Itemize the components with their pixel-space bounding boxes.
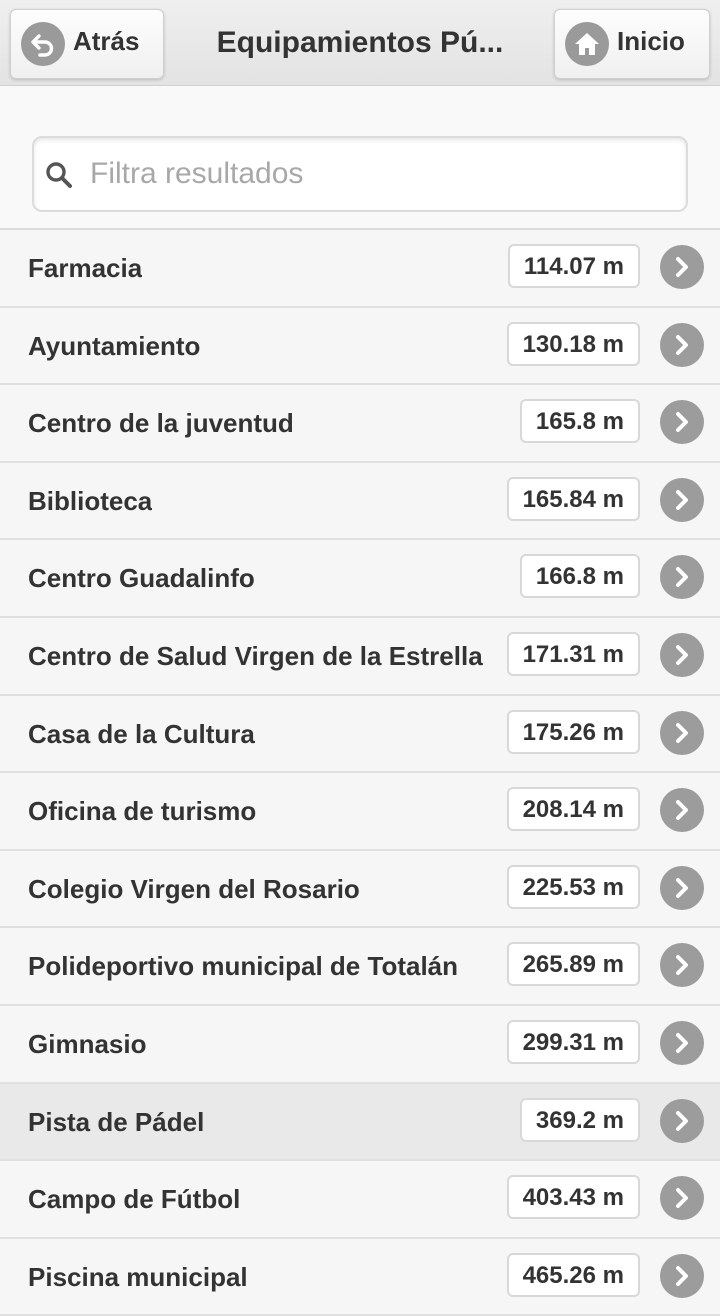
distance-badge: 225.53 m: [506, 864, 640, 909]
back-arrow-icon: [21, 22, 65, 66]
list-item-name: Campo de Fútbol: [28, 1184, 241, 1215]
list-item[interactable]: Campo de Fútbol 403.43 m: [0, 1161, 720, 1239]
list-item-name: Piscina municipal: [28, 1261, 248, 1292]
distance-badge: 299.31 m: [506, 1019, 640, 1064]
page-title: Equipamientos Pú...: [216, 26, 504, 59]
list-item-name: Polideportivo municipal de Totalán: [28, 951, 459, 982]
chevron-right-icon[interactable]: [660, 1098, 704, 1143]
distance-badge: 175.26 m: [506, 709, 640, 754]
chevron-right-icon[interactable]: [660, 788, 704, 833]
list-item-name: Gimnasio: [28, 1028, 147, 1059]
list-item-name: Oficina de turismo: [28, 796, 257, 827]
list-item[interactable]: Farmacia 114.07 m: [0, 230, 720, 308]
list-item[interactable]: Piscina municipal 465.26 m: [0, 1238, 720, 1316]
list-item-name: Centro Guadalinfo: [28, 563, 255, 594]
header-bar: Atrás Equipamientos Pú... Inicio: [0, 0, 720, 86]
distance-badge: 208.14 m: [506, 787, 640, 832]
chevron-right-icon[interactable]: [660, 245, 704, 289]
list-item-name: Farmacia: [28, 253, 143, 283]
distance-badge: 403.43 m: [506, 1175, 640, 1220]
back-button[interactable]: Atrás: [10, 9, 164, 79]
chevron-right-icon[interactable]: [660, 943, 704, 988]
search-area: [0, 86, 720, 228]
distance-badge: 165.84 m: [506, 476, 640, 521]
chevron-right-icon[interactable]: [660, 477, 704, 522]
search-input[interactable]: [90, 138, 670, 210]
list-item-name: Centro de la juventud: [28, 408, 294, 439]
list-item[interactable]: Centro Guadalinfo 166.8 m: [0, 540, 720, 618]
search-icon: [44, 160, 74, 195]
list-item-name: Ayuntamiento: [28, 330, 201, 361]
list-item[interactable]: Centro de la juventud 165.8 m: [0, 385, 720, 463]
chevron-right-icon[interactable]: [660, 710, 704, 755]
chevron-right-icon[interactable]: [660, 1253, 704, 1298]
search-box[interactable]: [32, 136, 688, 212]
distance-badge: 369.2 m: [519, 1097, 640, 1142]
home-button-label: Inicio: [617, 25, 685, 56]
list-item[interactable]: Centro de Salud Virgen de la Estrella 171…: [0, 617, 720, 696]
list-item[interactable]: Casa de la Cultura 175.26 m: [0, 695, 720, 774]
distance-badge: 165.8 m: [519, 399, 640, 444]
chevron-right-icon[interactable]: [660, 865, 704, 910]
list-item[interactable]: Colegio Virgen del Rosario 225.53 m: [0, 850, 720, 929]
results-list: Farmacia 114.07 m Ayuntamiento 130.18 m Cent…: [0, 228, 720, 1316]
list-item[interactable]: Polideportivo municipal de Totalán 265.89…: [0, 928, 720, 1006]
list-item[interactable]: Gimnasio 299.31 m: [0, 1005, 720, 1084]
chevron-right-icon[interactable]: [660, 1176, 704, 1221]
list-item[interactable]: Oficina de turismo 208.14 m: [0, 773, 720, 851]
chevron-right-icon[interactable]: [660, 322, 704, 367]
distance-badge: 465.26 m: [506, 1252, 640, 1297]
chevron-right-icon[interactable]: [660, 400, 704, 445]
distance-badge: 130.18 m: [506, 321, 640, 366]
list-item-name: Casa de la Cultura: [28, 718, 255, 749]
list-item[interactable]: Pista de Pádel 369.2 m: [0, 1083, 720, 1162]
home-button[interactable]: Inicio: [554, 9, 710, 79]
chevron-right-icon[interactable]: [660, 632, 704, 677]
list-item-name: Colegio Virgen del Rosario: [28, 873, 360, 904]
chevron-right-icon[interactable]: [660, 555, 704, 600]
list-item-name: Pista de Pádel: [28, 1106, 205, 1137]
list-item[interactable]: Ayuntamiento 130.18 m: [0, 307, 720, 386]
list-item[interactable]: Biblioteca 165.84 m: [0, 462, 720, 541]
back-button-label: Atrás: [73, 25, 140, 56]
distance-badge: 265.89 m: [506, 942, 640, 987]
home-icon: [565, 22, 609, 66]
chevron-right-icon[interactable]: [660, 1020, 704, 1065]
list-item-name: Centro de Salud Virgen de la Estrella: [28, 640, 483, 671]
distance-badge: 171.31 m: [506, 631, 640, 676]
list-item-name: Biblioteca: [28, 485, 153, 516]
distance-badge: 166.8 m: [519, 554, 640, 599]
distance-badge: 114.07 m: [507, 244, 640, 288]
